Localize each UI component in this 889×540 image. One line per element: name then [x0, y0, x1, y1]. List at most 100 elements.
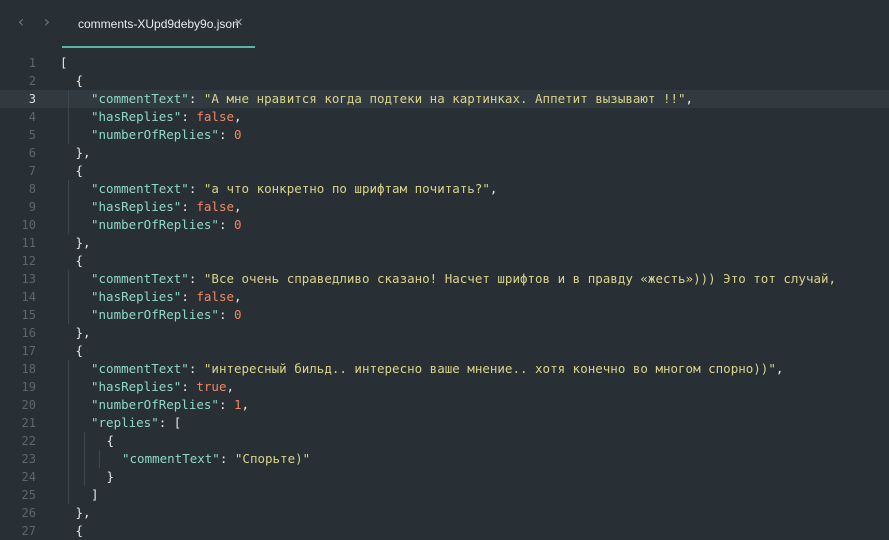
indent-guide [68, 288, 69, 306]
json-punctuation: , [775, 361, 784, 376]
code-line[interactable]: { [76, 342, 84, 360]
code-line[interactable]: { [107, 432, 115, 450]
json-punctuation: { [75, 523, 84, 538]
line-number: 10 [21, 218, 36, 232]
code-line[interactable]: "numberOfReplies": 1, [91, 396, 249, 414]
json-key: "commentText" [91, 361, 189, 376]
indent-guide [99, 450, 100, 468]
json-number: 1 [234, 397, 242, 412]
code-line[interactable]: "commentText": "Все очень справедливо ск… [91, 270, 836, 288]
code-line[interactable]: { [76, 522, 84, 540]
code-line[interactable]: { [76, 162, 84, 180]
indent-guide [68, 216, 69, 234]
json-punctuation: : [ [158, 415, 182, 430]
line-number: 15 [21, 308, 36, 322]
line-number: 1 [28, 56, 36, 70]
code-editor[interactable]: 1 2 3 4 5 6 7 8 9 10 11 12 13 14 15 16 17 18 19 20 21 22 23 24 2… [0, 52, 889, 538]
file-tab[interactable]: comments-XUpd9deby9o.json ✕ [62, 0, 255, 50]
json-punctuation: : [219, 451, 235, 466]
code-line[interactable]: "hasReplies": false, [91, 108, 242, 126]
line-number: 19 [21, 380, 36, 394]
json-punctuation: : [218, 307, 234, 322]
indent-guide [68, 468, 69, 486]
line-number: 8 [28, 182, 36, 196]
json-number: 0 [234, 127, 242, 142]
line-number-gutter: 1 2 3 4 5 6 7 8 9 10 11 12 13 14 15 16 17 18 19 20 21 22 23 24 2… [0, 52, 44, 538]
indent-guide [68, 360, 69, 378]
indent-guide [68, 414, 69, 432]
code-line[interactable]: }, [76, 234, 91, 252]
code-line[interactable]: "numberOfReplies": 0 [91, 306, 242, 324]
forward-arrow-icon[interactable]: › [38, 13, 56, 31]
code-line[interactable]: "commentText": "интересный бильд.. интер… [91, 360, 783, 378]
title-bar: ‹ › comments-XUpd9deby9o.json ✕ [0, 0, 889, 48]
indent-guide [68, 270, 69, 288]
code-line[interactable]: }, [76, 504, 91, 522]
line-number: 13 [21, 272, 36, 286]
json-key: "numberOfReplies" [91, 217, 219, 232]
line-number: 17 [21, 344, 36, 358]
indent-guide [83, 432, 85, 450]
line-number: 2 [28, 74, 36, 88]
line-number: 27 [21, 524, 36, 538]
json-boolean: false [196, 199, 235, 214]
json-punctuation: : [188, 91, 204, 106]
line-number: 5 [28, 128, 36, 142]
code-line[interactable]: { [76, 72, 84, 90]
json-string: "Спорьте)" [234, 451, 311, 466]
code-line[interactable]: "replies": [ [91, 414, 181, 432]
json-string: "интересный бильд.. интересно ваше мнени… [203, 361, 776, 376]
code-line[interactable]: "commentText": "а что конкретно по шрифт… [91, 180, 497, 198]
code-line[interactable]: }, [76, 144, 91, 162]
code-line[interactable]: "hasReplies": false, [91, 288, 242, 306]
json-punctuation: { [75, 163, 84, 178]
indent-guide [83, 468, 85, 486]
json-key: "hasReplies" [91, 109, 182, 124]
close-icon[interactable]: ✕ [234, 16, 243, 29]
json-punctuation: : [218, 217, 234, 232]
tab-active-indicator [62, 46, 255, 48]
line-number: 11 [21, 236, 36, 250]
code-line[interactable]: } [107, 468, 115, 486]
line-number: 4 [28, 110, 36, 124]
indent-guide [68, 180, 69, 198]
json-string: "Все очень справедливо сказано! Насчет ш… [203, 271, 837, 286]
line-number: 22 [21, 434, 36, 448]
back-arrow-icon[interactable]: ‹ [12, 13, 30, 31]
json-punctuation: , [489, 181, 498, 196]
json-key: "hasReplies" [91, 199, 182, 214]
line-number: 12 [21, 254, 36, 268]
code-line[interactable]: }, [76, 324, 91, 342]
code-line[interactable]: "commentText": "А мне нравится когда под… [91, 90, 693, 108]
line-number: 25 [21, 488, 36, 502]
code-line[interactable]: "hasReplies": false, [91, 198, 242, 216]
json-key: "hasReplies" [91, 289, 182, 304]
code-line[interactable]: { [76, 252, 84, 270]
json-key: "numberOfReplies" [91, 397, 219, 412]
json-punctuation: : [181, 289, 197, 304]
code-line[interactable]: "hasReplies": true, [91, 378, 234, 396]
line-number: 23 [21, 452, 36, 466]
json-punctuation: , [234, 109, 242, 124]
json-punctuation: , [241, 397, 250, 412]
line-number: 9 [28, 200, 36, 214]
json-string: "А мне нравится когда подтеки на картинк… [203, 91, 686, 106]
json-punctuation: }, [75, 325, 91, 340]
code-line[interactable]: "numberOfReplies": 0 [91, 126, 242, 144]
json-string: "а что конкретно по шрифтам почитать?" [203, 181, 490, 196]
code-line[interactable]: "numberOfReplies": 0 [91, 216, 242, 234]
code-line[interactable]: "commentText": "Спорьте)" [122, 450, 310, 468]
line-number: 24 [21, 470, 36, 484]
json-punctuation: { [75, 343, 84, 358]
json-punctuation: { [106, 433, 115, 448]
indent-guide [68, 90, 69, 108]
json-key: "hasReplies" [91, 379, 182, 394]
code-line[interactable]: ] [91, 486, 99, 504]
line-number: 6 [28, 146, 36, 160]
json-punctuation: }, [75, 235, 91, 250]
json-punctuation: : [181, 109, 197, 124]
json-punctuation: }, [75, 505, 91, 520]
line-number: 26 [21, 506, 36, 520]
line-number: 18 [21, 362, 36, 376]
code-line[interactable]: [ [60, 54, 68, 72]
